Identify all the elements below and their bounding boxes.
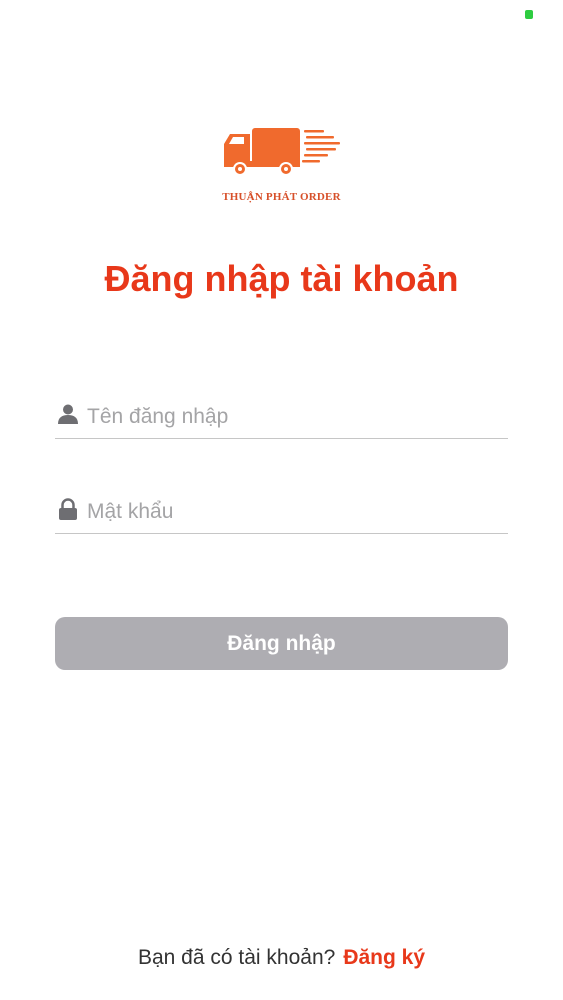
brand-name: THUẬN PHÁT ORDER (222, 191, 341, 203)
lock-icon (59, 498, 77, 520)
password-field (55, 490, 508, 534)
username-input[interactable] (87, 401, 497, 433)
login-screen: THUẬN PHÁT ORDER Đăng nhập tài khoản Đăn… (0, 0, 563, 1000)
brand-logo: THUẬN PHÁT ORDER (215, 120, 355, 210)
status-indicator (525, 10, 533, 19)
signup-prompt: Bạn đã có tài khoản? Đăng ký (0, 946, 563, 970)
user-icon (58, 404, 78, 424)
page-title: Đăng nhập tài khoản (104, 258, 459, 299)
delivery-truck-icon (224, 128, 340, 176)
signup-prompt-text: Bạn đã có tài khoản? (137, 946, 336, 969)
signup-link[interactable]: Đăng ký (343, 946, 425, 969)
login-button[interactable]: Đăng nhập (55, 617, 508, 670)
username-field (55, 395, 508, 439)
password-input[interactable] (87, 496, 497, 528)
